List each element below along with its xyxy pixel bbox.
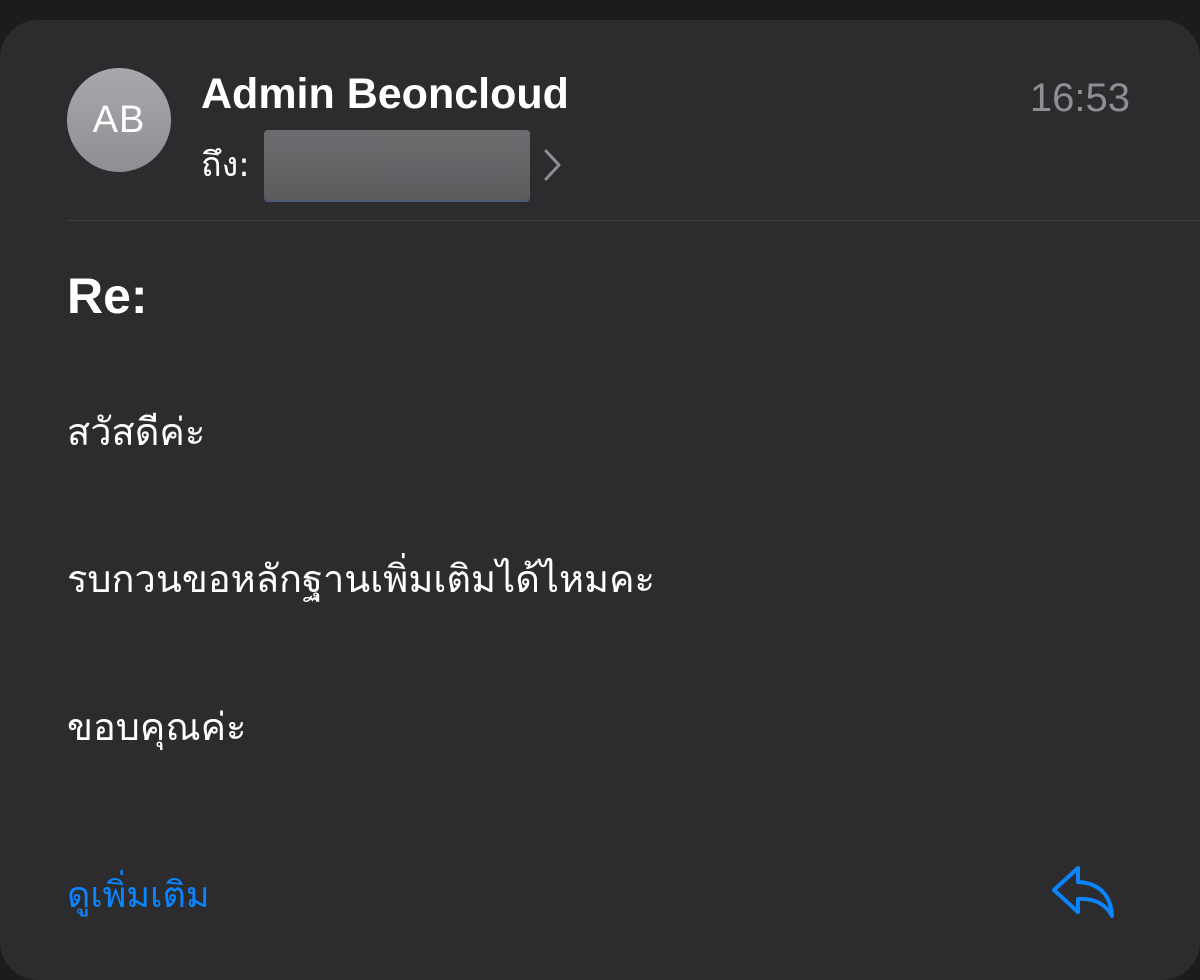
to-label: ถึง: bbox=[201, 145, 250, 185]
chevron-right-icon[interactable] bbox=[542, 147, 564, 183]
avatar-initials: AB bbox=[92, 98, 146, 141]
message-time: 16:53 bbox=[1029, 76, 1130, 120]
see-more-link[interactable]: ดูเพิ่มเติม bbox=[67, 874, 210, 918]
sender-name[interactable]: Admin Beoncloud bbox=[201, 68, 569, 120]
body-greeting: สวัสดีค่ะ bbox=[67, 410, 206, 454]
email-subject: Re: bbox=[67, 268, 148, 324]
body-thanks: ขอบคุณค่ะ bbox=[67, 705, 247, 749]
reply-icon[interactable] bbox=[1048, 862, 1118, 922]
header-divider bbox=[67, 220, 1200, 221]
recipient-redacted bbox=[263, 130, 530, 200]
sender-avatar[interactable]: AB bbox=[67, 68, 171, 172]
recipient-row[interactable]: ถึง: bbox=[201, 130, 564, 200]
email-card: AB Admin Beoncloud ถึง: 16:53 Re: สวัสดี… bbox=[0, 20, 1200, 980]
body-request: รบกวนขอหลักฐานเพิ่มเติมได้ไหมคะ bbox=[67, 557, 655, 601]
